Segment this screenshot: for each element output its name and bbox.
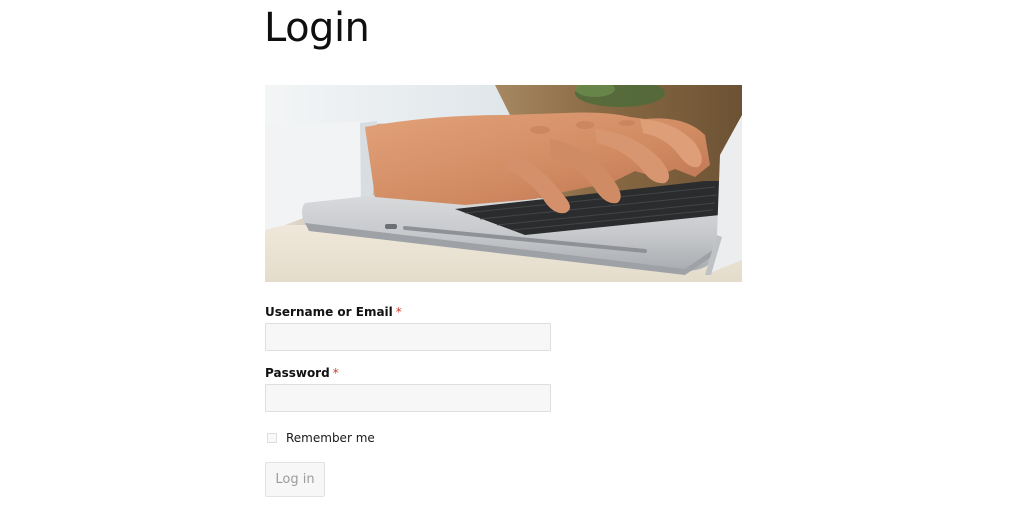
required-asterisk: * — [332, 366, 339, 380]
remember-me-label[interactable]: Remember me — [286, 431, 375, 445]
username-input[interactable] — [265, 323, 551, 351]
username-label-text: Username or Email — [265, 305, 393, 319]
login-button[interactable]: Log in — [265, 462, 325, 497]
password-label-text: Password — [265, 366, 330, 380]
password-label: Password * — [265, 366, 339, 380]
remember-me-row: Remember me — [267, 430, 375, 446]
hero-image — [265, 85, 742, 282]
required-asterisk: * — [395, 305, 402, 319]
password-input[interactable] — [265, 384, 551, 412]
username-label: Username or Email * — [265, 305, 402, 319]
remember-me-checkbox[interactable] — [267, 433, 277, 443]
page-title: Login — [264, 5, 370, 51]
